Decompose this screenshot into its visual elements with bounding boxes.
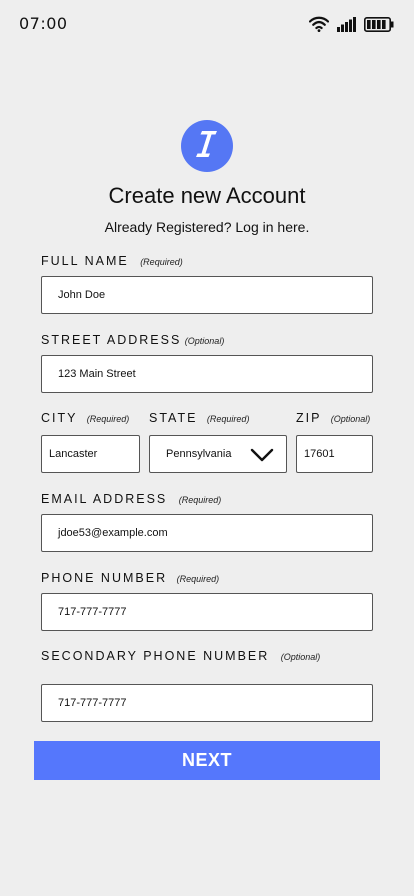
secondary-phone-hint: (Optional): [280, 652, 321, 662]
street-address-label: STREET ADDRESS (Optional): [41, 333, 225, 347]
phone-field[interactable]: 717-777-7777: [41, 593, 373, 631]
login-link[interactable]: Already Registered? Log in here.: [0, 219, 414, 235]
state-select[interactable]: Pennsylvania: [149, 435, 287, 473]
street-address-hint: (Optional): [184, 336, 225, 346]
signal-icon: [337, 16, 356, 36]
city-label: CITY (Required): [41, 411, 130, 425]
battery-icon: [364, 16, 394, 36]
status-time: 07:00: [19, 14, 68, 33]
chevron-down-icon[interactable]: [250, 448, 274, 465]
city-value: Lancaster: [49, 448, 98, 460]
logo-icon: [192, 127, 222, 165]
email-field[interactable]: jdoe53@example.com: [41, 514, 373, 552]
full-name-field[interactable]: John Doe: [41, 276, 373, 314]
page-title: Create new Account: [108, 183, 306, 208]
full-name-value: John Doe: [58, 289, 106, 301]
phone-hint: (Required): [176, 574, 220, 584]
state-hint: (Required): [206, 414, 250, 424]
secondary-phone-label: SECONDARY PHONE NUMBER (Optional): [41, 649, 321, 663]
city-field[interactable]: Lancaster: [41, 435, 140, 473]
email-label: EMAIL ADDRESS (Required): [41, 492, 222, 506]
zip-value: 17601: [304, 448, 335, 460]
next-button[interactable]: NEXT: [34, 741, 380, 780]
status-icons: [308, 16, 394, 36]
street-address-value: 123 Main Street: [58, 368, 136, 380]
state-label: STATE (Required): [149, 411, 250, 425]
zip-hint: (Optional): [330, 414, 371, 424]
street-address-field[interactable]: 123 Main Street: [41, 355, 373, 393]
zip-field[interactable]: 17601: [296, 435, 373, 473]
zip-label: ZIP (Optional): [296, 411, 371, 425]
logo: [181, 120, 233, 172]
full-name-hint: (Required): [140, 257, 183, 267]
phone-value: 717-777-7777: [58, 606, 127, 618]
state-value: Pennsylvania: [166, 448, 232, 460]
email-value: jdoe53@example.com: [58, 527, 168, 539]
secondary-phone-field[interactable]: 717-777-7777: [41, 684, 373, 722]
city-hint: (Required): [86, 414, 130, 424]
email-hint: (Required): [178, 495, 222, 505]
wifi-icon: [308, 16, 330, 36]
secondary-phone-value: 717-777-7777: [58, 697, 127, 709]
full-name-label: FULL NAME (Required): [41, 254, 183, 268]
phone-label: PHONE NUMBER (Required): [41, 571, 220, 585]
